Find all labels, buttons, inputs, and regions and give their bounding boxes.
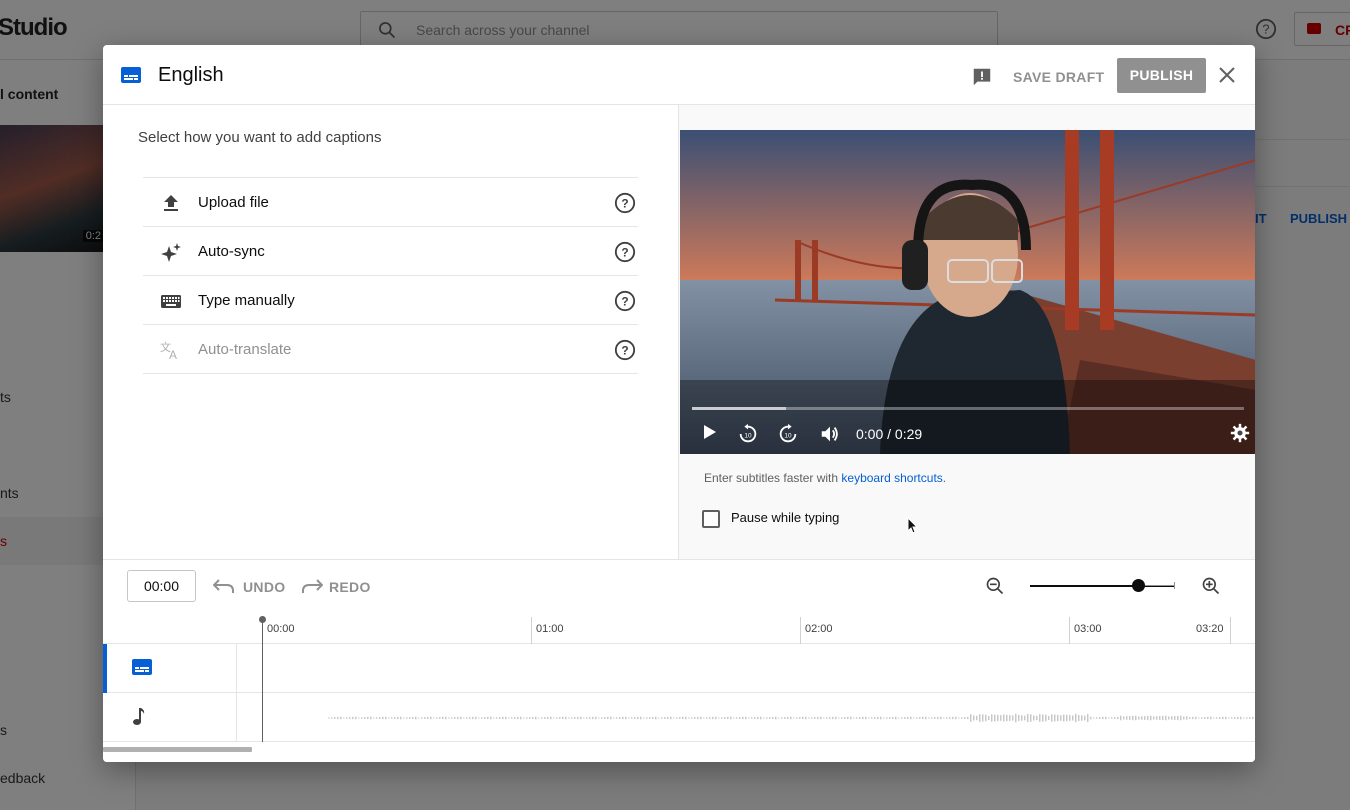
- video-progress-bar[interactable]: [692, 407, 1244, 410]
- svg-text:10: 10: [784, 433, 792, 440]
- ruler-tick: [800, 617, 801, 644]
- zoom-slider-thumb[interactable]: [1132, 579, 1145, 592]
- pause-while-typing-label[interactable]: Pause while typing: [731, 510, 839, 525]
- ruler-label: 03:20: [1196, 623, 1224, 635]
- help-icon[interactable]: ?: [614, 241, 636, 263]
- play-icon[interactable]: [700, 423, 718, 441]
- svg-text:10: 10: [744, 433, 752, 440]
- ruler-tick: [1230, 617, 1231, 644]
- audio-waveform: [328, 713, 1254, 723]
- svg-text:?: ?: [621, 246, 628, 260]
- svg-text:?: ?: [621, 197, 628, 211]
- undo-icon: [212, 579, 234, 593]
- keyboard-shortcuts-link[interactable]: keyboard shortcuts: [841, 471, 942, 485]
- help-icon[interactable]: ?: [614, 290, 636, 312]
- close-icon[interactable]: [1217, 65, 1237, 85]
- option-upload-file[interactable]: Upload file ?: [143, 178, 638, 227]
- subtitle-track-header: [103, 644, 237, 693]
- option-auto-translate[interactable]: 文A Auto-translate ?: [143, 325, 638, 374]
- audio-track-header: [103, 693, 237, 742]
- video-frame: [680, 130, 1255, 454]
- upload-icon: [164, 195, 178, 211]
- caption-method-panel: Select how you want to add captions Uplo…: [103, 105, 678, 559]
- zoom-out-icon[interactable]: [985, 576, 1005, 596]
- select-method-label: Select how you want to add captions: [138, 129, 382, 146]
- caption-timeline: 00:00 UNDO REDO 00:00 01:00 02:00 03:00 …: [103, 559, 1255, 762]
- ruler-tick: [531, 617, 532, 644]
- rewind-10-icon[interactable]: 10: [737, 423, 759, 445]
- translate-icon: 文A: [160, 340, 177, 360]
- ruler-label: 02:00: [805, 623, 833, 635]
- save-draft-button[interactable]: SAVE DRAFT: [1005, 63, 1112, 89]
- settings-gear-icon[interactable]: [1230, 423, 1250, 443]
- current-time-input[interactable]: 00:00: [127, 570, 196, 602]
- captions-dialog: English SAVE DRAFT PUBLISH Select how yo…: [103, 45, 1255, 762]
- option-auto-sync[interactable]: Auto-sync ?: [143, 227, 638, 276]
- sparkle-icon: [161, 243, 181, 262]
- dialog-title: English: [158, 64, 224, 86]
- option-label: Type manually: [198, 292, 295, 309]
- redo-icon: [302, 579, 324, 593]
- forward-10-icon[interactable]: 10: [777, 423, 799, 445]
- pause-while-typing-checkbox[interactable]: [702, 510, 720, 528]
- caption-method-list: Upload file ? Auto-sync ? Type manually …: [143, 177, 638, 374]
- redo-button[interactable]: REDO: [299, 576, 370, 601]
- svg-text:?: ?: [621, 295, 628, 309]
- svg-text:?: ?: [621, 344, 628, 358]
- progress-buffered: [692, 407, 786, 410]
- hint-suffix: .: [942, 471, 947, 485]
- video-time: 0:00 / 0:29: [856, 426, 923, 442]
- playhead[interactable]: [262, 618, 263, 742]
- keyboard-icon: [161, 295, 181, 308]
- zoom-in-icon[interactable]: [1201, 576, 1221, 596]
- help-icon[interactable]: ?: [614, 339, 636, 361]
- help-icon[interactable]: ?: [614, 192, 636, 214]
- option-type-manually[interactable]: Type manually ?: [143, 276, 638, 325]
- subtitle-track[interactable]: [103, 644, 1255, 693]
- option-label: Auto-translate: [198, 341, 292, 358]
- hint-prefix: Enter subtitles faster with: [704, 471, 842, 485]
- keyboard-shortcut-hint: Enter subtitles faster with keyboard sho…: [704, 471, 946, 485]
- subtitles-icon: [132, 659, 152, 675]
- ruler-tick: [1069, 617, 1070, 644]
- undo-label: UNDO: [243, 579, 286, 595]
- undo-button[interactable]: UNDO: [212, 576, 285, 601]
- volume-icon[interactable]: [819, 423, 841, 445]
- publish-button[interactable]: PUBLISH: [1117, 58, 1206, 93]
- timeline-scrollbar[interactable]: [103, 747, 252, 752]
- ruler-label: 00:00: [267, 623, 295, 635]
- playhead-handle[interactable]: [259, 616, 266, 623]
- svg-text:A: A: [169, 348, 177, 360]
- video-player[interactable]: 10 10 0:00 / 0:29: [680, 130, 1255, 454]
- mouse-cursor-icon: [907, 517, 919, 534]
- dialog-header: English SAVE DRAFT PUBLISH: [103, 45, 1255, 105]
- ruler-label: 01:00: [536, 623, 564, 635]
- timeline-ruler[interactable]: 00:00 01:00 02:00 03:00 03:20: [103, 613, 1255, 644]
- zoom-slider-end: [1174, 582, 1175, 589]
- video-preview-panel: 10 10 0:00 / 0:29 Enter subtitles faster…: [678, 105, 1255, 559]
- feedback-icon[interactable]: [971, 66, 993, 88]
- option-label: Upload file: [198, 194, 269, 211]
- ruler-label: 03:00: [1074, 623, 1102, 635]
- redo-label: REDO: [329, 579, 371, 595]
- option-label: Auto-sync: [198, 243, 265, 260]
- subtitles-icon: [121, 67, 141, 83]
- music-note-icon: [133, 708, 145, 725]
